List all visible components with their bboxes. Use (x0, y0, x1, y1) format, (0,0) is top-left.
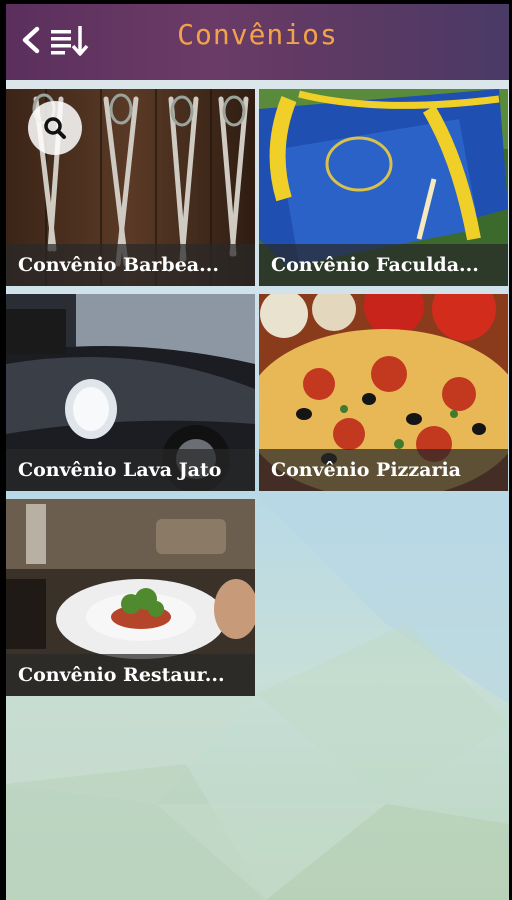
tile-pizzaria[interactable]: Convênio Pizzaria (259, 294, 508, 491)
tile-label: Convênio Barbea... (6, 244, 255, 286)
tile-lava-jato[interactable]: Convênio Lava Jato (6, 294, 255, 491)
tile-faculdade[interactable]: Convênio Faculda... (259, 89, 508, 286)
search-icon (44, 117, 66, 139)
tile-label: Convênio Restaur... (6, 654, 255, 696)
page-title: Convênios (177, 18, 338, 51)
app-header: Convênios (6, 4, 509, 80)
tile-label: Convênio Pizzaria (259, 449, 508, 491)
tile-barbearia[interactable]: Convênio Barbea... (6, 89, 255, 286)
app-screen: Convênios Convênio Barbea... Convênio Fa… (6, 4, 509, 900)
tile-restaurante[interactable]: Convênio Restaur... (6, 499, 255, 696)
tile-label: Convênio Faculda... (259, 244, 508, 286)
tile-label: Convênio Lava Jato (6, 449, 255, 491)
search-button[interactable] (28, 101, 82, 155)
